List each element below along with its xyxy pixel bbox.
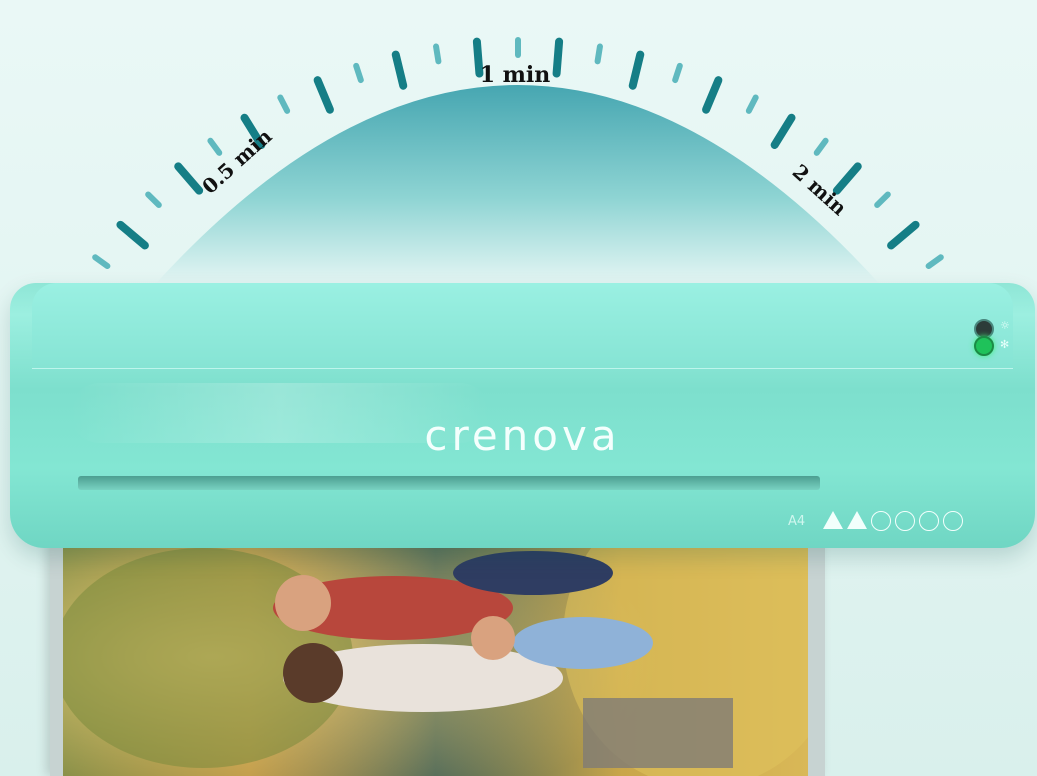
dial-tick-major: [391, 50, 408, 90]
timer-dial: 0.5 min 1 min 2 min: [68, 37, 968, 300]
dial-tick-major: [240, 113, 266, 149]
laminator-top-panel: [32, 283, 1013, 369]
laminator: crenova ☼ ✻ A4: [10, 283, 1035, 548]
dial-tick-major: [887, 220, 920, 250]
dial-tick-major: [116, 220, 149, 250]
warning-icons: [823, 511, 963, 531]
size-mark: A4: [788, 514, 806, 529]
dial-tick-minor: [672, 62, 683, 84]
cool-icon: ✻: [1000, 338, 1010, 351]
hot-surface-icon: [847, 511, 867, 529]
dial-tick-minor: [207, 137, 223, 156]
dial-tick-major: [832, 162, 862, 195]
product-scene: 0.5 min 1 min 2 min crenova ☼ ✻ A4: [0, 0, 1037, 776]
timer-dome: [150, 85, 885, 290]
label-one-minute: 1 min: [480, 62, 551, 88]
manual-icon: [871, 511, 891, 531]
heat-icon: ☼: [1000, 319, 1010, 332]
feed-slot: [78, 476, 820, 490]
thickness-icon: [919, 511, 939, 531]
warning-icon: [823, 511, 843, 529]
dial-tick-major: [628, 50, 645, 90]
dial-tick-major: [702, 76, 723, 114]
child: [513, 617, 653, 669]
dial-tick-major: [313, 76, 334, 114]
dial-tick-minor: [925, 254, 944, 270]
brand-logo: crenova: [424, 411, 621, 460]
dial-tick-minor: [145, 191, 162, 208]
dial-tick-minor: [874, 191, 891, 208]
dial-tick-major: [552, 37, 564, 78]
dial-tick-minor: [745, 94, 759, 114]
dial-tick-minor: [433, 43, 442, 65]
label-two-minutes: 2 min: [788, 159, 852, 220]
dial-tick-major: [770, 113, 796, 149]
dial-tick-minor: [594, 43, 603, 65]
dial-tick-minor: [92, 254, 111, 270]
dial-tick-minor: [277, 94, 291, 114]
ready-indicator: [974, 336, 994, 356]
dial-tick-major: [472, 37, 484, 78]
timer-ticks: [68, 37, 968, 300]
dial-tick-minor: [353, 62, 364, 84]
dial-tick-minor: [813, 137, 829, 156]
pouch-icon: [895, 511, 915, 531]
dial-tick-major: [174, 162, 204, 195]
no-cut-icon: [943, 511, 963, 531]
label-half-minute: 0.5 min: [197, 124, 277, 199]
